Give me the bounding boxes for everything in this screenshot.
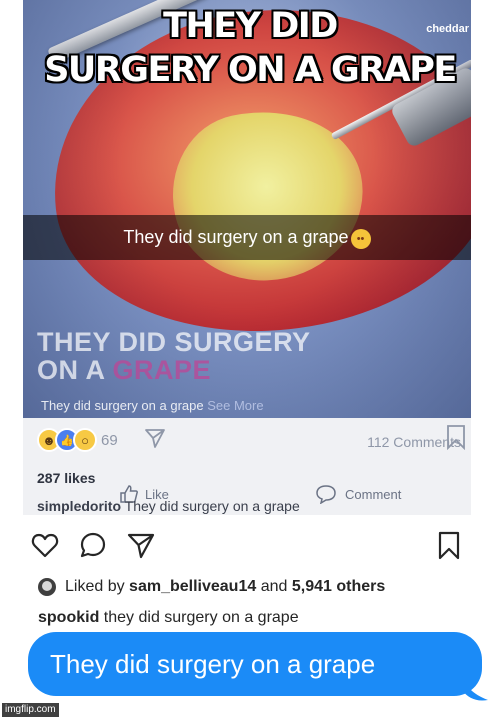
bookmark-icon[interactable] [445,424,467,450]
snap-caption-text: They did surgery on a grape [123,227,349,247]
title-part-4: GRAPE [112,355,212,385]
caption-username[interactable]: spookid [38,609,99,626]
faded-caption: simpledorito They did surgery on a grape [37,498,300,514]
see-more-link[interactable]: See More [207,398,263,413]
flushed-face-icon: •• [350,228,371,249]
facebook-video-overlay: THEY DID SURGERY ON A GRAPE They did sur… [23,318,471,418]
bubble-tail [462,676,488,701]
imessage-bubble: They did surgery on a grape [28,632,482,696]
imessage-text: They did surgery on a grape [50,649,376,679]
instagram-action-bar [30,528,470,564]
wow-reaction-icon: ○ [73,428,97,452]
facebook-comment-button[interactable]: Comment [315,484,401,504]
title-part-2: SURGERY [174,327,311,357]
meme-caption: THEY DID SURGERY ON A GRAPE [0,4,500,92]
send-icon[interactable] [143,426,167,450]
faded-caption-text: They did surgery on a grape [124,498,300,514]
avatar[interactable] [38,578,56,596]
liked-by-user[interactable]: sam_belliveau14 [129,578,256,596]
share-icon[interactable] [126,530,156,560]
liked-by-row: Liked by sam_belliveau14 and 5,941 other… [38,578,385,596]
imgflip-watermark: imgflip.com [2,703,59,717]
title-part-3: ON A [37,355,105,385]
caption-text: they did surgery on a grape [103,609,299,626]
faded-caption-user[interactable]: simpledorito [37,498,121,514]
heart-icon[interactable] [30,530,60,560]
reaction-summary[interactable]: ☻ 👍 ○ 69 [37,428,118,452]
instagram-caption: spookid they did surgery on a grape [38,609,299,627]
title-part-1: THEY DID [37,327,167,357]
likes-count[interactable]: 287 likes [37,470,95,486]
reaction-count: 69 [101,431,118,449]
facebook-description: They did surgery on a grape See More [41,398,264,413]
liked-by-prefix: Liked by [65,578,125,595]
meme-caption-line-2: SURGERY ON A GRAPE [44,50,457,90]
description-text: They did surgery on a grape [41,398,204,413]
snapchat-caption-bar: They did surgery on a grape •• [23,215,471,260]
video-title-text: THEY DID SURGERY ON A GRAPE [37,328,311,384]
save-bookmark-icon[interactable] [434,530,464,560]
meme-caption-line-1: THEY DID [163,6,338,46]
liked-by-others[interactable]: 5,941 others [292,578,385,596]
liked-by-and: and [260,578,288,595]
comment-label: Comment [345,486,402,502]
facebook-reaction-strip: ☻ 👍 ○ 69 112 Comments 287 likes Like Com… [23,418,471,515]
comment-icon[interactable] [78,530,108,560]
comment-bubble-icon [316,485,336,504]
